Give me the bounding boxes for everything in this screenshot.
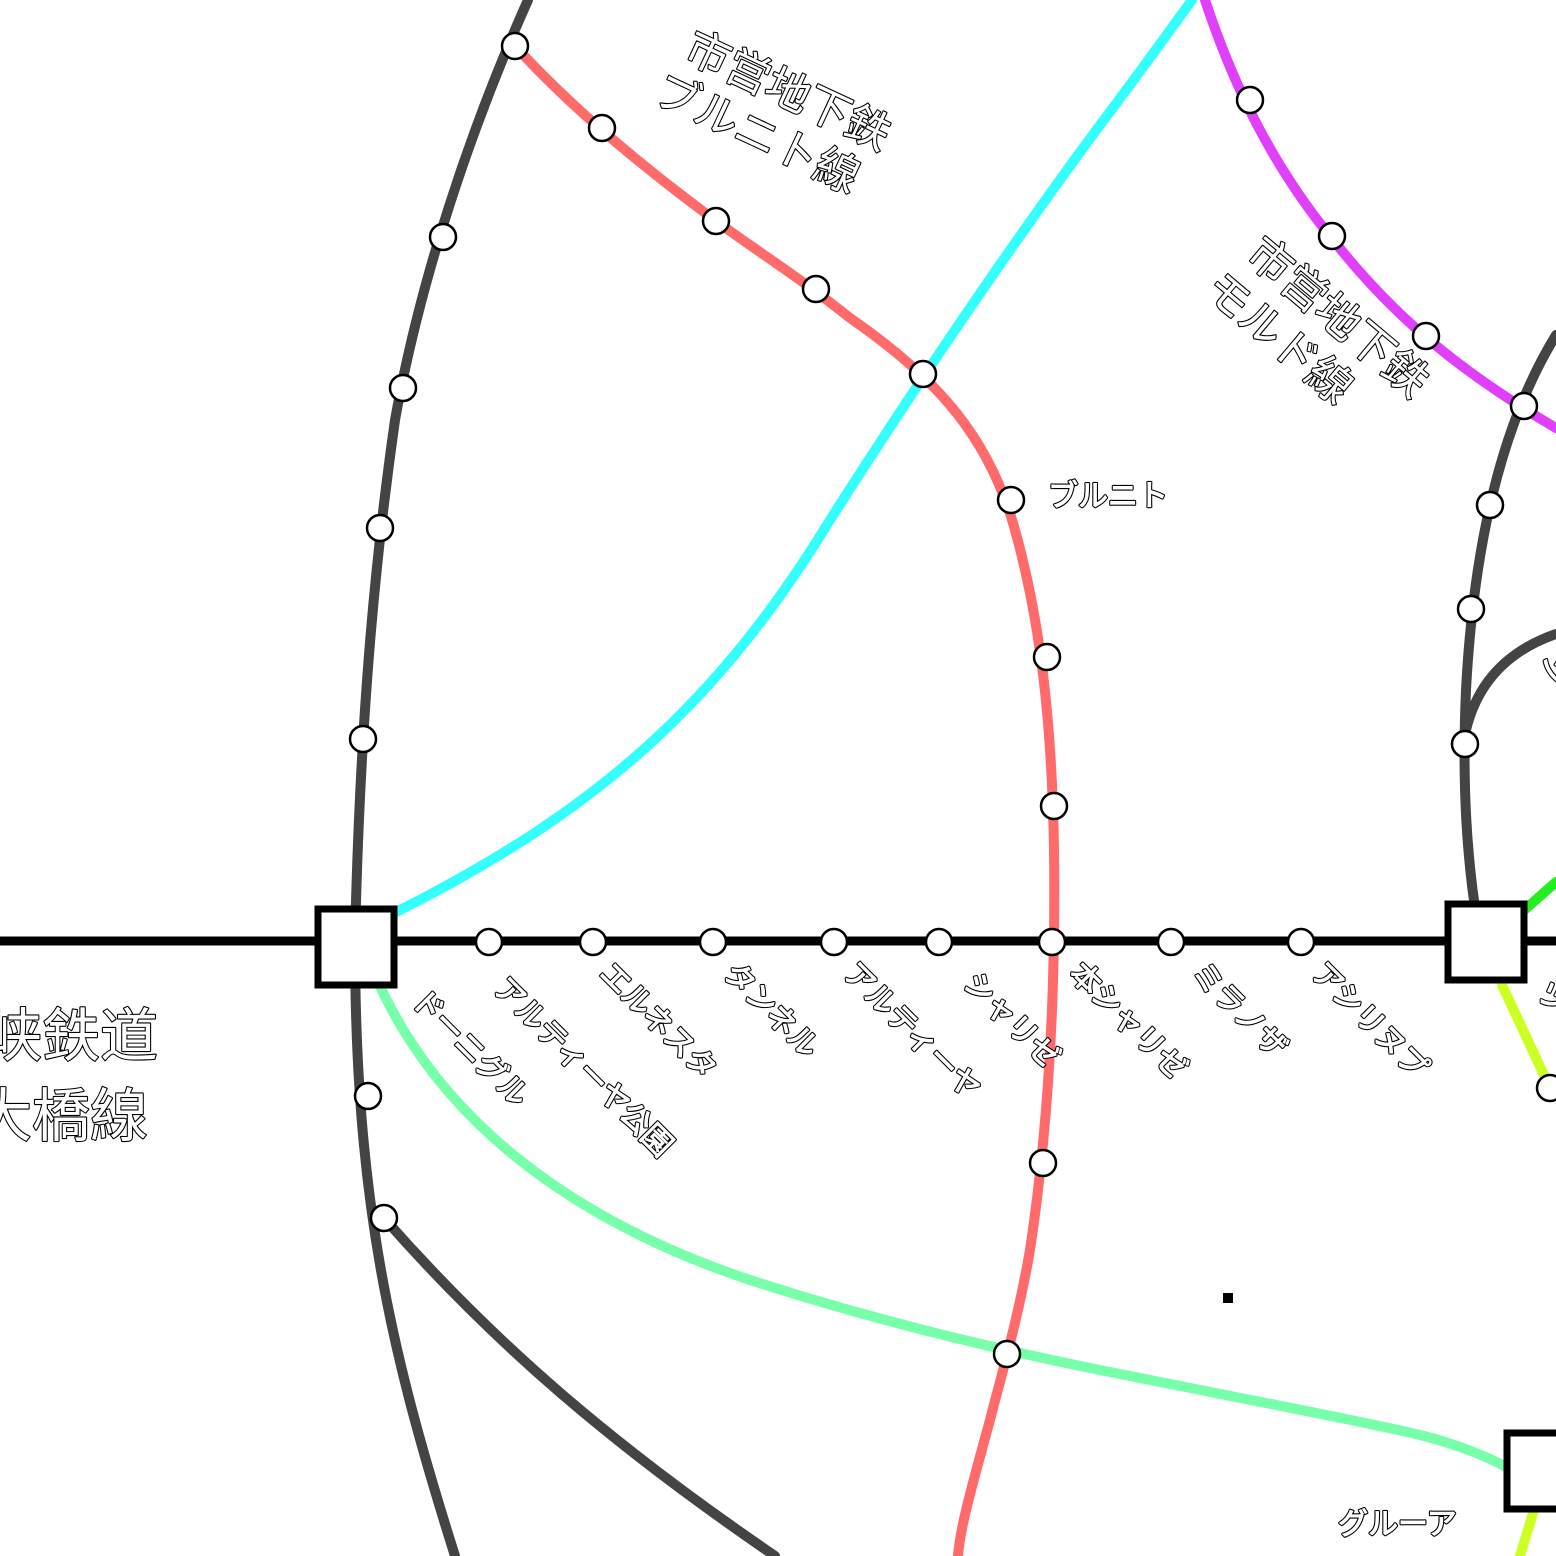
line-label-moldo: 市営地下鉄 モルド線	[1195, 221, 1449, 458]
stop-brunito-7[interactable]	[1039, 791, 1069, 821]
line-label-hyobashi: 峡鉄道 大橋線	[0, 1002, 176, 1150]
interchange-bottom-right[interactable]	[1503, 1429, 1556, 1513]
stop-right-loop-2[interactable]	[1456, 594, 1486, 624]
map-marker-dot	[1223, 1293, 1233, 1303]
brunito-line-path	[510, 41, 1060, 1556]
stop-lime-1[interactable]	[1535, 1073, 1556, 1103]
stop-brunito[interactable]	[996, 485, 1026, 515]
stop-main-4[interactable]	[819, 927, 849, 957]
stop-main-5[interactable]	[924, 927, 954, 957]
station-label-main-6: 本シャリゼ	[1062, 956, 1193, 1087]
stop-main-2[interactable]	[578, 927, 608, 957]
stop-loop-3[interactable]	[388, 373, 418, 403]
stop-moldo-3[interactable]	[1411, 321, 1441, 351]
stop-loop-7[interactable]	[369, 1203, 399, 1233]
stop-brunito-6[interactable]	[1032, 642, 1062, 672]
line-label-hyobashi-line1: 峡鉄道	[0, 1002, 158, 1070]
stop-brunito-1[interactable]	[587, 113, 617, 143]
station-label-main-4: アルティーヤ	[836, 956, 987, 1107]
interchange-right[interactable]	[1444, 900, 1528, 984]
station-label-main-3: タンネル	[716, 956, 825, 1065]
transit-map: 市営地下鉄 ブルニト線 市営地下鉄 モルド線 峡鉄道 大橋線 ブルニト グルーア…	[0, 0, 1556, 1556]
stop-right-loop-1[interactable]	[1475, 490, 1505, 520]
line-label-brunito: 市営地下鉄 ブルニト線	[646, 18, 911, 214]
stop-moldo-4[interactable]	[1509, 391, 1539, 421]
interchange-left[interactable]	[314, 905, 398, 989]
stop-right-loop-3[interactable]	[1450, 729, 1480, 759]
stop-brunito-9[interactable]	[992, 1339, 1022, 1369]
stop-brunito-4[interactable]	[908, 359, 938, 389]
stop-main-1[interactable]	[474, 927, 504, 957]
station-label-partial-right-bottom: ツ	[1529, 976, 1556, 1022]
stop-main-3[interactable]	[698, 927, 728, 957]
stop-main-6[interactable]	[1037, 927, 1067, 957]
stop-loop-6[interactable]	[353, 1081, 383, 1111]
station-label-main-7: ミラノザ	[1184, 956, 1293, 1065]
line-label-hyobashi-line2: 大橋線	[0, 1082, 148, 1150]
stop-loop-4[interactable]	[365, 513, 395, 543]
station-label-main-2: エルネスタ	[592, 956, 723, 1087]
stop-brunito-3[interactable]	[801, 274, 831, 304]
stop-moldo-1[interactable]	[1235, 85, 1265, 115]
station-label-brunito: ブルニト	[1048, 479, 1168, 514]
lime-line-lower	[1515, 1508, 1538, 1556]
station-label-main-8: アシリヌプ	[1304, 956, 1435, 1087]
stop-main-7[interactable]	[1156, 927, 1186, 957]
station-label-gurua: グルーア	[1338, 1507, 1457, 1542]
stop-brunito-8[interactable]	[1028, 1148, 1058, 1178]
stop-brunito-2[interactable]	[701, 206, 731, 236]
stop-loop-2[interactable]	[428, 222, 458, 252]
station-label-partial-right-top: シ	[1537, 655, 1556, 685]
stop-loop-5[interactable]	[348, 724, 378, 754]
stop-moldo-2[interactable]	[1317, 221, 1347, 251]
stop-main-8[interactable]	[1286, 927, 1316, 957]
stop-loop-1[interactable]	[500, 31, 530, 61]
